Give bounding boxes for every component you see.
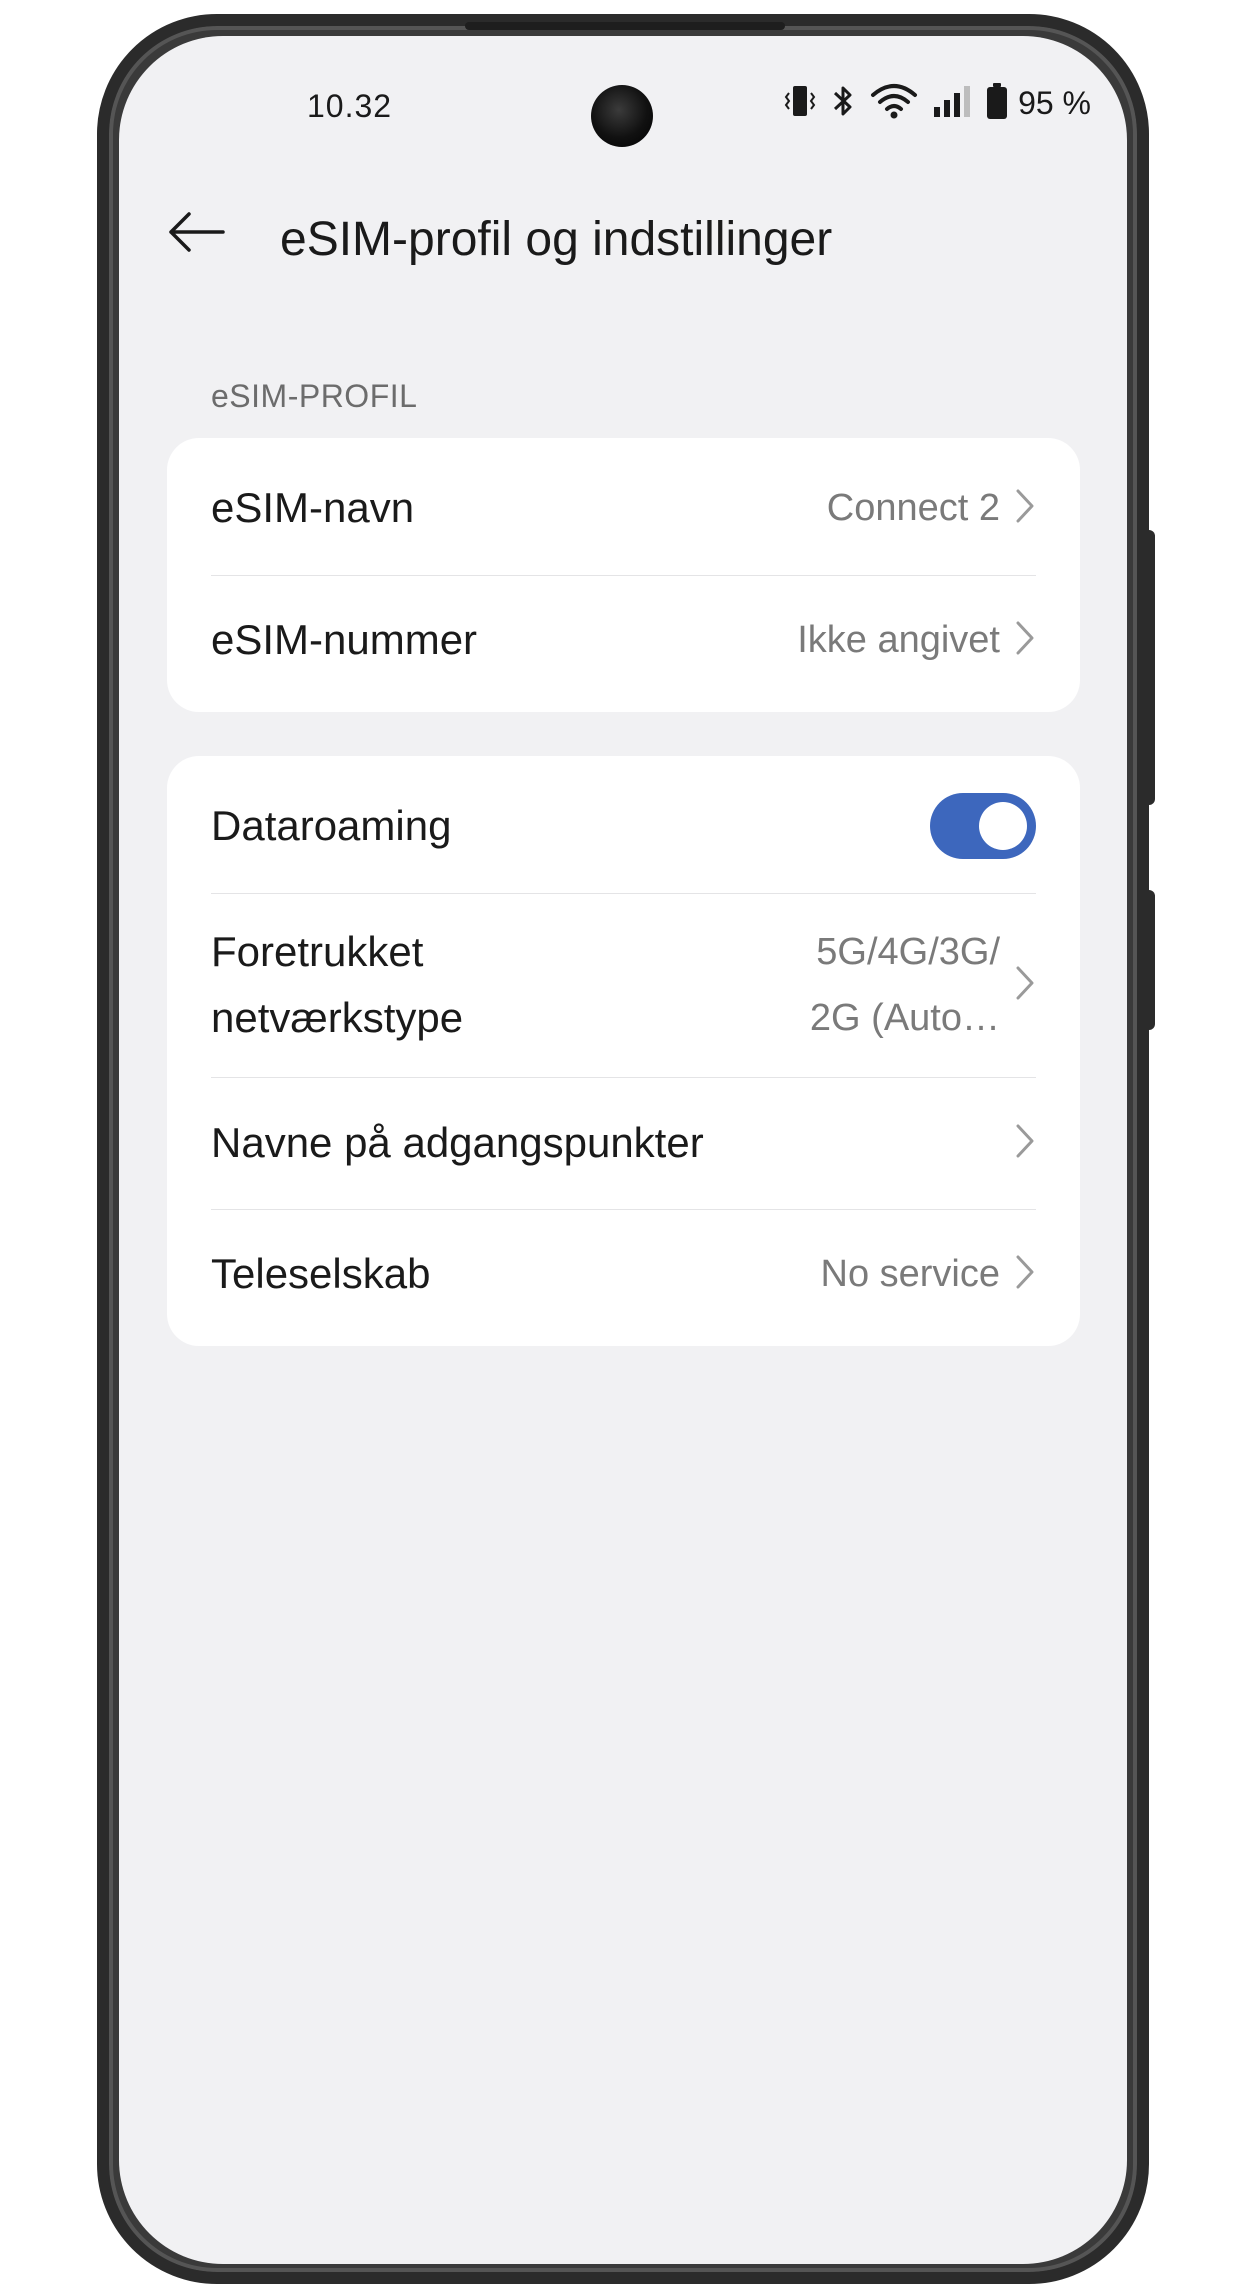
esim-name-value: Connect 2 [826, 487, 1000, 529]
phone-top-slot [465, 22, 785, 30]
network-type-label-line2: netværkstype [211, 994, 464, 1041]
status-icons: 95 % [784, 82, 1091, 125]
chevron-right-icon [1014, 1121, 1036, 1166]
arrow-left-icon [167, 210, 227, 259]
network-type-value-line1: 5G/4G/3G/ [816, 931, 1000, 973]
signal-icon [932, 83, 972, 124]
screen: 10.32 95 % eSIM-profil og indstillinger … [119, 36, 1127, 2264]
carrier-row[interactable]: Teleselskab No service [211, 1241, 1036, 1307]
esim-name-label: eSIM-navn [211, 484, 415, 531]
status-time: 10.32 [307, 88, 393, 124]
esim-number-label: eSIM-nummer [211, 616, 478, 663]
toggle-knob [979, 802, 1027, 850]
front-camera [591, 85, 653, 147]
apn-label: Navne på adgangspunkter [211, 1119, 704, 1166]
carrier-right: No service [821, 1241, 1037, 1307]
esim-number-right: Ikke angivet [797, 607, 1036, 673]
network-type-label: Foretrukket netværkstype [211, 919, 463, 1051]
divider [211, 575, 1036, 576]
esim-settings-card: Dataroaming Foretrukket netværkstype 5G/… [167, 756, 1080, 1346]
apn-right [1014, 1121, 1036, 1166]
power-button [1143, 890, 1155, 1030]
data-roaming-toggle[interactable] [930, 793, 1036, 859]
wifi-icon [870, 83, 918, 124]
esim-name-row[interactable]: eSIM-navn Connect 2 [211, 475, 1036, 541]
network-type-right: 5G/4G/3G/ 2G (Auto… [810, 919, 1036, 1051]
divider [211, 1209, 1036, 1210]
divider [211, 893, 1036, 894]
carrier-value: No service [820, 1253, 1001, 1295]
esim-number-value: Ikke angivet [797, 619, 1000, 661]
esim-name-right: Connect 2 [827, 475, 1036, 541]
bluetooth-icon [830, 83, 856, 124]
chevron-right-icon [1014, 486, 1036, 531]
network-type-value-line2: 2G (Auto… [809, 997, 1000, 1039]
volume-button [1143, 530, 1155, 805]
esim-profile-card: eSIM-navn Connect 2 eSIM-nummer Ikke ang… [167, 438, 1080, 712]
page-title: eSIM-profil og indstillinger [280, 213, 833, 266]
carrier-label: Teleselskab [211, 1250, 431, 1297]
network-type-label-line1: Foretrukket [211, 928, 424, 975]
divider [211, 1077, 1036, 1078]
battery-percent: 95 % [1018, 85, 1091, 121]
back-button[interactable] [165, 202, 229, 266]
battery-icon [986, 82, 1008, 125]
network-type-value: 5G/4G/3G/ 2G (Auto… [810, 919, 1000, 1051]
network-type-row[interactable]: Foretrukket netværkstype 5G/4G/3G/ 2G (A… [211, 919, 1036, 1051]
data-roaming-label: Dataroaming [211, 802, 452, 849]
chevron-right-icon [1014, 963, 1036, 1008]
data-roaming-row[interactable]: Dataroaming [211, 793, 1036, 859]
chevron-right-icon [1014, 618, 1036, 663]
section-label-esim-profile: eSIM-PROFIL [211, 378, 418, 414]
vibrate-icon [784, 83, 816, 124]
apn-row[interactable]: Navne på adgangspunkter [211, 1110, 1036, 1176]
chevron-right-icon [1014, 1252, 1036, 1297]
esim-number-row[interactable]: eSIM-nummer Ikke angivet [211, 607, 1036, 673]
